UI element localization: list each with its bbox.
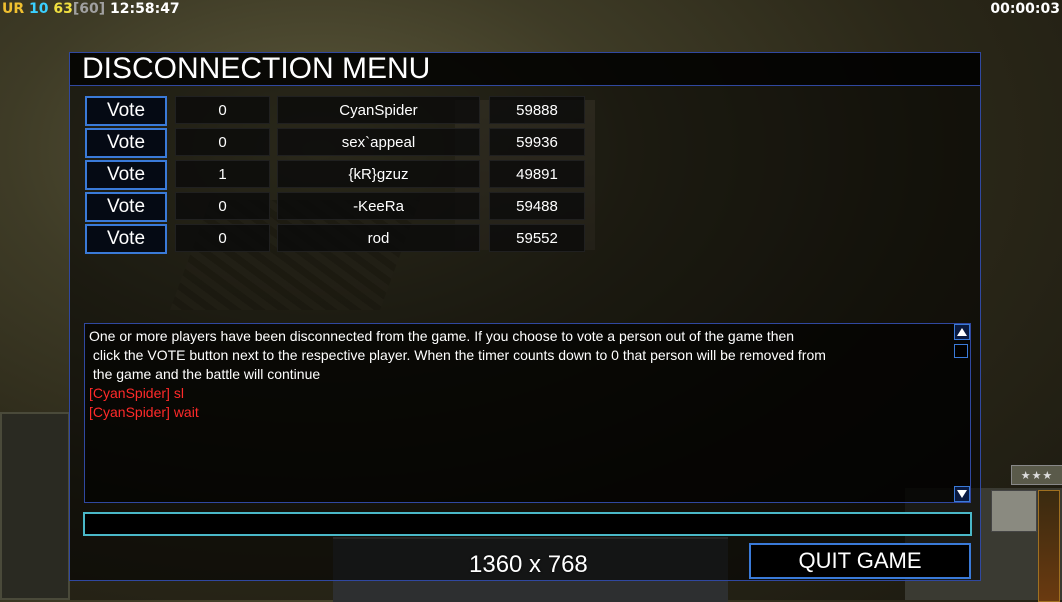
chat-log: One or more players have been disconnect…: [84, 323, 971, 503]
scroll-thumb[interactable]: [954, 344, 968, 358]
player-name: -KeeRa: [277, 192, 480, 220]
hud-fps: 63: [53, 1, 73, 17]
vote-button[interactable]: Vote: [85, 96, 167, 126]
chat-scrollbar[interactable]: [954, 324, 970, 502]
vote-button[interactable]: Vote: [85, 160, 167, 190]
player-name: {kR}gzuz: [277, 160, 480, 188]
vote-count: 0: [175, 96, 270, 124]
chat-message: [CyanSpider] sl: [89, 385, 184, 401]
rank-stars-icon: ★★★: [1011, 465, 1062, 485]
minimap-frame: [0, 412, 70, 600]
disconnect-timer: 59888: [489, 96, 585, 124]
dialog-title: DISCONNECTION MENU: [82, 52, 431, 85]
chat-input[interactable]: [83, 512, 972, 536]
player-name: rod: [277, 224, 480, 252]
disconnect-timer: 49891: [489, 160, 585, 188]
disconnect-timer: 59552: [489, 224, 585, 252]
hud-status: UR 10 63[60] 12:58:47: [2, 1, 180, 17]
hud-fps-cap: [60]: [72, 1, 106, 17]
vote-button[interactable]: Vote: [85, 224, 167, 254]
scroll-down-arrow-icon[interactable]: [954, 486, 970, 502]
scroll-up-arrow-icon[interactable]: [954, 324, 970, 340]
hud-clock: 12:58:47: [110, 1, 180, 17]
vote-count: 0: [175, 192, 270, 220]
vote-count: 1: [175, 160, 270, 188]
hud-elapsed-time: 00:00:03: [990, 1, 1060, 17]
vote-count: 0: [175, 224, 270, 252]
hud-faction: UR: [2, 1, 25, 17]
chat-text: One or more players have been disconnect…: [89, 327, 951, 422]
chat-message: [CyanSpider] wait: [89, 404, 199, 420]
player-name: sex`appeal: [277, 128, 480, 156]
chat-messages: [CyanSpider] sl [CyanSpider] wait: [89, 384, 951, 422]
system-message: One or more players have been disconnect…: [89, 328, 826, 382]
disconnect-timer: 59488: [489, 192, 585, 220]
resolution-label: 1360 x 768: [469, 551, 588, 578]
quit-game-button[interactable]: QUIT GAME: [749, 543, 971, 579]
vote-button[interactable]: Vote: [85, 192, 167, 222]
vote-button[interactable]: Vote: [85, 128, 167, 158]
dialog-title-bar: DISCONNECTION MENU: [70, 52, 980, 86]
player-name: CyanSpider: [277, 96, 480, 124]
unit-portrait-icon[interactable]: [991, 490, 1037, 532]
disconnection-dialog: DISCONNECTION MENU Vote 0 CyanSpider 59888 V…: [69, 52, 981, 581]
vote-count: 0: [175, 128, 270, 156]
disconnect-timer: 59936: [489, 128, 585, 156]
rank-medal-icon: [1038, 490, 1060, 602]
hud-players: 10: [29, 1, 49, 17]
